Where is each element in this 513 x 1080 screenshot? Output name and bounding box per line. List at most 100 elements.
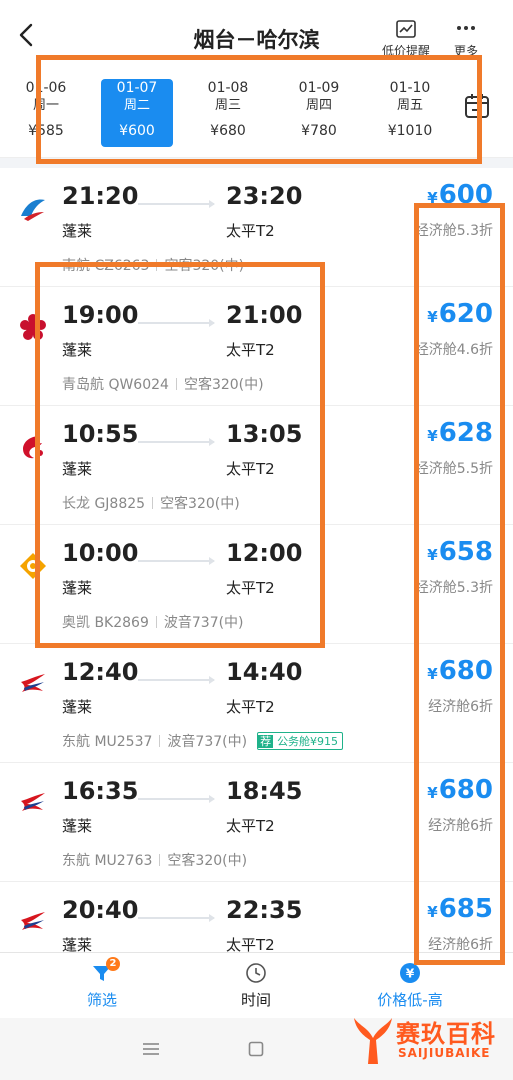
arrival-airport: 太平T2	[226, 222, 275, 240]
info-separator	[156, 259, 158, 271]
departure-airport: 蓬莱	[62, 579, 93, 597]
currency-symbol: ¥	[427, 903, 438, 921]
date-tab[interactable]: 01-10 周五 ¥1010	[374, 79, 446, 147]
top-header: 烟台－哈尔滨 低价提醒 更多	[0, 0, 513, 62]
flight-row[interactable]: 19:00 21:00 蓬莱 太平T2 青岛航 QW6024 空客320(中) ¥…	[0, 287, 513, 406]
aircraft-type: 波音737(中)	[167, 734, 248, 750]
flight-price: ¥628	[427, 418, 493, 448]
arrival-airport: 太平T2	[226, 341, 275, 359]
arrival-time: 12:00	[226, 539, 303, 567]
home-square-icon[interactable]	[248, 1041, 264, 1057]
arrival-airport: 太平T2	[226, 460, 275, 478]
loong-air-logo-icon	[23, 436, 43, 459]
watermark-title: 赛玖百科	[396, 1020, 496, 1048]
price-value: 658	[438, 537, 493, 567]
filter-button[interactable]: 2 筛选	[42, 957, 162, 1010]
flight-price: ¥680	[427, 775, 493, 805]
flight-price: ¥658	[427, 537, 493, 567]
date-label: 01-06	[25, 80, 67, 96]
cabin-discount: 经济舱6折	[428, 699, 493, 715]
info-separator	[159, 854, 161, 866]
route-line	[138, 438, 215, 446]
flight-row[interactable]: 16:35 18:45 蓬莱 太平T2 东航 MU2763 空客320(中) ¥6…	[0, 763, 513, 882]
route-line	[138, 200, 215, 208]
aircraft-type: 空客320(中)	[164, 258, 245, 274]
china-eastern-logo-icon	[21, 912, 45, 930]
price-value: 600	[438, 180, 493, 210]
arrival-time: 21:00	[226, 301, 303, 329]
watermark-logo: 赛玖百科 SAIJIUBAIKE	[350, 1012, 510, 1072]
price-value: 620	[438, 299, 493, 329]
cabin-discount: 经济舱4.6折	[414, 342, 493, 358]
flight-info: 奥凯 BK2869 波音737(中)	[62, 612, 244, 632]
arrival-airport: 太平T2	[226, 817, 275, 835]
okay-airways-logo-icon	[20, 553, 46, 579]
route-line	[138, 319, 215, 327]
watermark-subtitle: SAIJIUBAIKE	[398, 1046, 491, 1060]
cabin-discount: 经济舱5.5折	[414, 461, 493, 477]
date-label: 01-09	[298, 80, 340, 96]
price-yen-icon: ¥	[398, 961, 422, 985]
airline-flight-no: 南航 CZ6263	[62, 258, 150, 274]
arrival-time: 22:35	[226, 896, 303, 924]
time-label: 时间	[240, 991, 271, 1009]
departure-time: 21:20	[62, 182, 139, 210]
qingdao-airlines-logo-icon	[20, 314, 46, 340]
flight-price: ¥620	[427, 299, 493, 329]
flight-row[interactable]: 20:40 22:35 蓬莱 太平T2 ¥685 经济舱6折	[0, 882, 513, 952]
menu-icon[interactable]	[142, 1042, 160, 1056]
departure-airport: 蓬莱	[62, 222, 93, 240]
date-label: 01-07	[116, 80, 158, 96]
aircraft-type: 空客320(中)	[160, 496, 240, 512]
time-sort-button[interactable]: 时间	[196, 961, 316, 1010]
flight-list: 21:20 23:20 蓬莱 太平T2 南航 CZ6263 空客320(中) ¥6…	[0, 168, 513, 952]
price-sort-label: 价格低-高	[377, 991, 443, 1009]
flight-info: 长龙 GJ8825 空客320(中)	[62, 493, 240, 513]
date-tab[interactable]: 01-08 周三 ¥680	[192, 79, 264, 147]
flight-row[interactable]: 21:20 23:20 蓬莱 太平T2 南航 CZ6263 空客320(中) ¥6…	[0, 168, 513, 287]
date-tab[interactable]: 01-06 周一 ¥585	[10, 79, 82, 147]
flight-row[interactable]: 10:55 13:05 蓬莱 太平T2 长龙 GJ8825 空客320(中) ¥6…	[0, 406, 513, 525]
weekday-label: 周一	[32, 98, 59, 113]
filter-funnel-icon: 2	[90, 957, 120, 985]
info-separator	[155, 616, 157, 628]
date-tab-selected[interactable]: 01-07 周二 ¥600	[101, 79, 173, 147]
flight-price: ¥680	[427, 656, 493, 686]
aircraft-type: 波音737(中)	[163, 615, 244, 631]
date-price: ¥1010	[387, 123, 433, 139]
arrival-airport: 太平T2	[226, 936, 275, 952]
recommend-business-tag[interactable]: 荐公务舱¥915	[257, 732, 344, 750]
date-price: ¥680	[210, 123, 246, 139]
date-tab[interactable]: 01-09 周四 ¥780	[283, 79, 355, 147]
arrival-time: 18:45	[226, 777, 303, 805]
weekday-label: 周五	[396, 98, 423, 113]
date-label: 01-08	[207, 80, 249, 96]
info-separator	[152, 497, 154, 509]
calendar-icon[interactable]	[463, 92, 491, 120]
china-southern-logo-icon	[21, 199, 45, 221]
aircraft-type: 空客320(中)	[167, 853, 248, 869]
currency-symbol: ¥	[427, 665, 438, 683]
departure-time: 12:40	[62, 658, 139, 686]
flight-row[interactable]: 10:00 12:00 蓬莱 太平T2 奥凯 BK2869 波音737(中) ¥6…	[0, 525, 513, 644]
arrival-time: 23:20	[226, 182, 303, 210]
currency-symbol: ¥	[427, 784, 438, 802]
cabin-discount: 经济舱6折	[428, 818, 493, 834]
route-line	[138, 795, 215, 803]
whale-tail-icon	[354, 1018, 392, 1064]
chart-alert-icon	[396, 20, 416, 38]
cabin-discount: 经济舱6折	[428, 937, 493, 952]
price-value: 680	[438, 656, 493, 686]
date-label: 01-10	[389, 80, 431, 96]
more-button[interactable]: 更多	[440, 18, 492, 59]
arrival-time: 13:05	[226, 420, 303, 448]
more-dots-icon	[457, 26, 475, 30]
route-line	[138, 557, 215, 565]
cabin-discount: 经济舱5.3折	[414, 223, 493, 239]
airline-flight-no: 长龙 GJ8825	[62, 496, 146, 512]
low-price-alert-button[interactable]: 低价提醒	[380, 18, 432, 59]
departure-airport: 蓬莱	[62, 341, 93, 359]
airline-flight-no: 东航 MU2763	[62, 853, 153, 869]
flight-row[interactable]: 12:40 14:40 蓬莱 太平T2 东航 MU2537 波音737(中) 荐公务…	[0, 644, 513, 763]
price-sort-button[interactable]: ¥ 价格低-高	[350, 961, 470, 1010]
